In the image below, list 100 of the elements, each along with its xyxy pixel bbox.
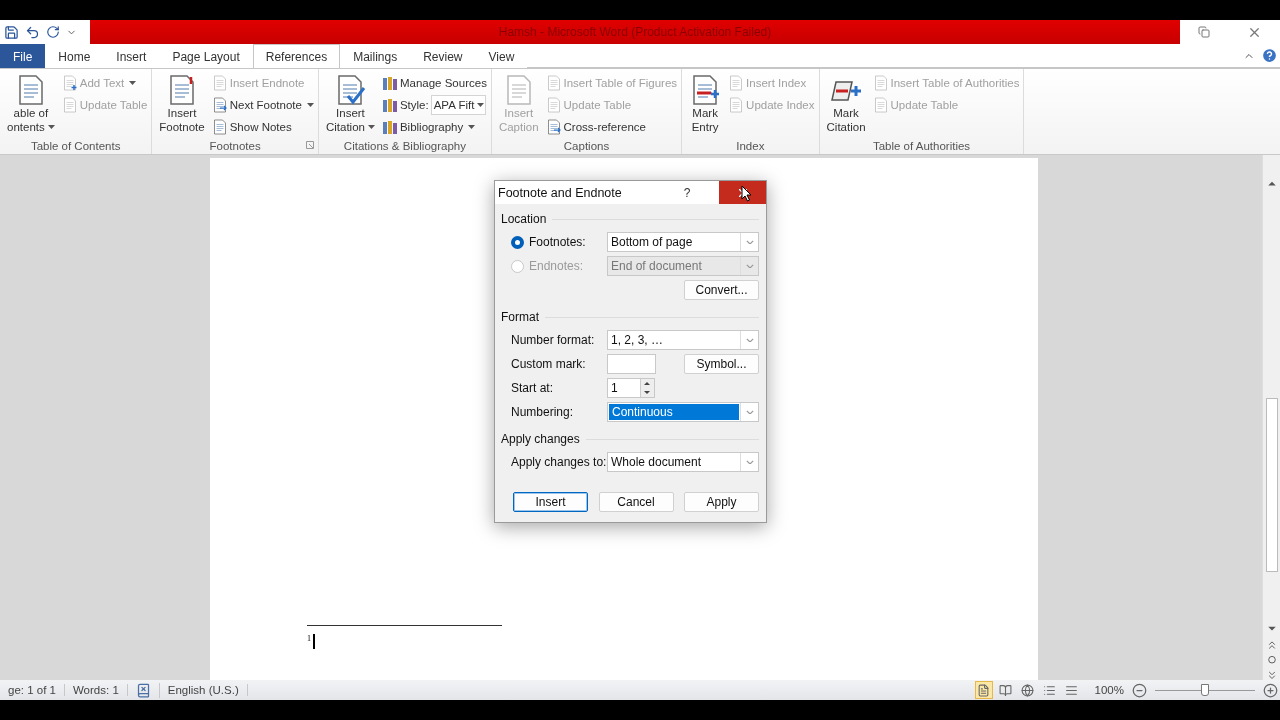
caret-icon: [367, 125, 375, 129]
help-icon[interactable]: [1261, 47, 1278, 64]
page-plus-icon: [61, 74, 78, 91]
dialog-button[interactable]: Cancel: [598, 492, 674, 512]
caret-icon: [306, 102, 314, 107]
field-label: Custom mark:: [511, 357, 587, 371]
undo-icon[interactable]: [25, 24, 40, 40]
ribbon-button[interactable]: Bibliography: [381, 116, 487, 137]
zoom-out-icon[interactable]: [1132, 682, 1147, 698]
scroll-up-icon[interactable]: [1266, 179, 1277, 189]
field-label: Number format:: [511, 333, 596, 347]
chevron-down-icon: [745, 459, 754, 465]
ribbon-button[interactable]: Mark Entry: [686, 72, 725, 138]
books-icon: [381, 96, 398, 113]
ribbon-button[interactable]: Next Footnote: [211, 94, 314, 115]
books-icon: [381, 118, 398, 135]
window-title: Hamsh - Microsoft Word (Product Activation Failed): [498, 25, 772, 39]
zoom-in-icon[interactable]: [1263, 682, 1278, 698]
group-label: Table of Contents: [30, 140, 121, 152]
page-icon: [728, 96, 745, 113]
dropdown-field[interactable]: Whole document: [607, 452, 759, 472]
field-label: Apply changes to:: [511, 455, 607, 469]
proofing-icon[interactable]: [135, 682, 151, 698]
convert-button[interactable]: Convert...: [684, 280, 759, 300]
dialog-title: Footnote and Endnote: [497, 185, 623, 200]
help-button[interactable]: ?: [672, 185, 702, 200]
previous-page-icon[interactable]: [1266, 639, 1277, 650]
ribbon-tab[interactable]: Home: [45, 44, 104, 68]
section-heading: Format: [501, 310, 539, 324]
redo-icon[interactable]: [46, 25, 60, 39]
caret-icon: [129, 80, 137, 85]
scroll-thumb[interactable]: [1265, 398, 1278, 573]
dialog-launcher-icon[interactable]: [305, 141, 314, 149]
ribbon-button[interactable]: Insert Citation: [322, 72, 378, 138]
ribbon-tab[interactable]: Review: [410, 44, 476, 68]
input-field[interactable]: [607, 354, 656, 374]
page-icon: [872, 74, 889, 91]
globe-icon[interactable]: [1018, 681, 1037, 699]
chevron-down-icon: [745, 409, 754, 415]
ribbon-button[interactable]: Cross-reference: [545, 116, 678, 137]
page-arrow-icon: [211, 96, 228, 113]
group-label: Captions: [563, 140, 610, 152]
dropdown-field[interactable]: 1, 2, 3, …: [607, 330, 759, 350]
page-arrow-icon: [545, 118, 562, 135]
radio-option[interactable]: Footnotes:: [511, 235, 607, 249]
text-cursor: [313, 634, 315, 649]
ribbon-button[interactable]: Show Notes: [211, 116, 314, 137]
scrollbar[interactable]: [1262, 155, 1280, 680]
ribbon-tab[interactable]: Insert: [103, 44, 160, 68]
group-label: Citations & Bibliography: [343, 140, 466, 152]
books-icon: [381, 74, 398, 91]
word-count[interactable]: Words: 1: [64, 684, 128, 696]
field-label: Numbering:: [511, 405, 575, 419]
chevron-down-icon: [745, 239, 754, 245]
page-icon: [872, 96, 889, 113]
caret-icon: [477, 102, 485, 107]
mouse-pointer-icon: [741, 185, 752, 202]
ribbon-button[interactable]: Mark Citation: [823, 72, 869, 138]
page-icon: [545, 96, 562, 113]
page-icon: [61, 96, 78, 113]
page-view-icon[interactable]: [974, 681, 993, 699]
page-icon: [545, 74, 562, 91]
save-icon[interactable]: [4, 24, 19, 40]
style-dropdown[interactable]: APA Fift: [430, 94, 487, 115]
browse-object-icon[interactable]: [1266, 655, 1277, 665]
restore-icon[interactable]: [1198, 26, 1211, 38]
style-label: Style:: [399, 98, 429, 111]
group-label: Index: [736, 140, 765, 152]
dialog-button[interactable]: Apply: [684, 492, 759, 512]
dialog-button[interactable]: Insert: [513, 492, 588, 512]
ribbon-tab[interactable]: Mailings: [340, 44, 411, 68]
page-count[interactable]: ge: 1 of 1: [0, 684, 65, 696]
chevron-down-icon: [745, 263, 754, 269]
ribbon-button[interactable]: Insert Footnote: [156, 72, 208, 138]
page-icon: [728, 74, 745, 91]
spinner-field[interactable]: 1: [607, 378, 655, 398]
ribbon-button[interactable]: Manage Sources: [381, 72, 487, 93]
dropdown-field[interactable]: Continuous: [607, 402, 759, 422]
section-heading: Apply changes: [501, 432, 580, 446]
caret-icon: [47, 125, 55, 129]
zoom-slider-thumb[interactable]: [1201, 683, 1209, 696]
page-icon: [211, 118, 228, 135]
footnote-number: 1: [307, 634, 311, 643]
ribbon-button[interactable]: able of ontents: [4, 72, 58, 138]
section-heading: Location: [501, 212, 547, 226]
caret-icon: [468, 124, 476, 129]
ribbon-tab[interactable]: References: [252, 44, 341, 68]
page-icon: [211, 74, 228, 91]
dropdown-field[interactable]: Bottom of page: [607, 232, 759, 252]
next-page-icon[interactable]: [1266, 670, 1277, 681]
ribbon-tab[interactable]: Page Layout: [159, 44, 253, 68]
group-label: Footnotes: [209, 140, 261, 152]
field-label: Start at:: [511, 381, 555, 395]
language[interactable]: English (U.S.): [159, 684, 248, 696]
group-label: Table of Authorities: [872, 140, 971, 152]
zoom-level[interactable]: 100%: [1094, 684, 1124, 696]
ribbon-tab[interactable]: View: [475, 44, 528, 68]
symbol-button[interactable]: Symbol...: [684, 354, 759, 374]
chevron-down-icon: [745, 337, 754, 343]
ribbon-tab[interactable]: File: [0, 44, 46, 68]
